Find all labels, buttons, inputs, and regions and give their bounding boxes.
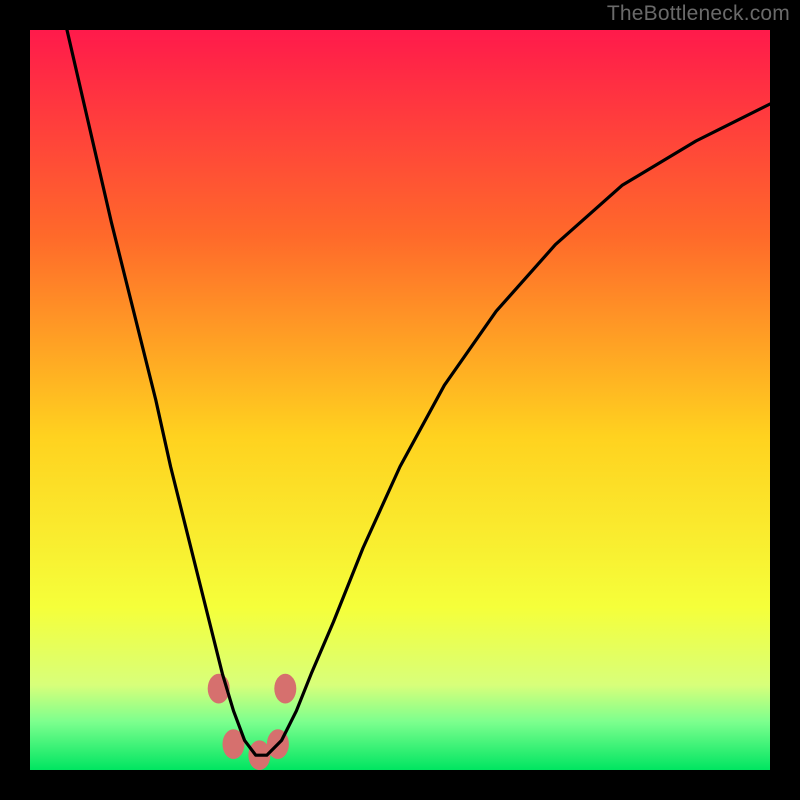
gradient-background: [30, 30, 770, 770]
chart-frame: [30, 30, 770, 770]
watermark-text: TheBottleneck.com: [607, 2, 790, 26]
data-marker: [274, 674, 296, 704]
chart-canvas: [30, 30, 770, 770]
